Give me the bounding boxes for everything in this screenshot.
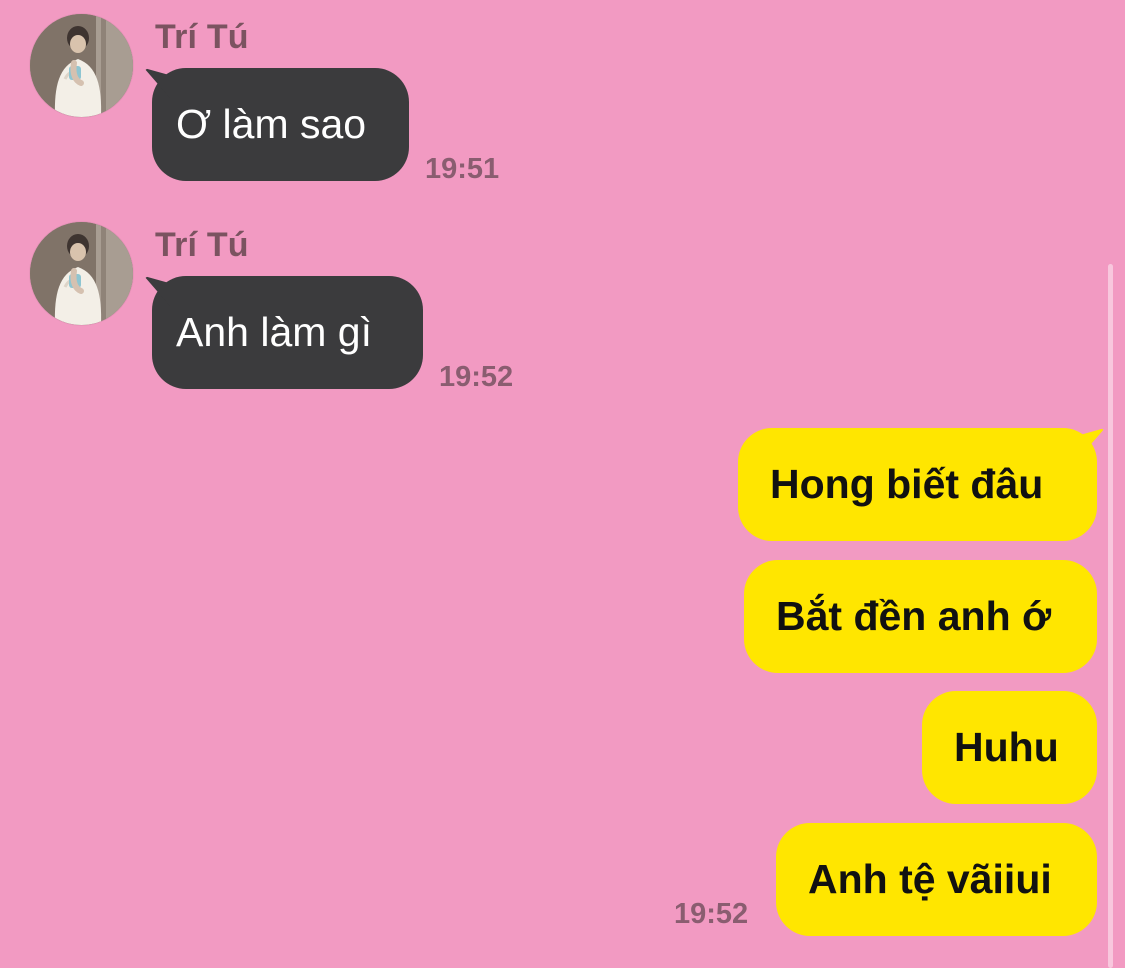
outgoing-message-bubble[interactable]: Bắt đền anh ớ: [744, 560, 1097, 673]
incoming-message-bubble[interactable]: Ơ làm sao: [152, 68, 409, 181]
message-time: 19:52: [674, 898, 749, 930]
avatar-photo-icon: [30, 222, 133, 325]
outgoing-message-bubble[interactable]: Hong biết đâu: [738, 428, 1097, 541]
avatar[interactable]: [30, 222, 133, 325]
incoming-message-group: Trí Tú Ơ làm sao 19:51: [0, 0, 1125, 200]
chat-view: Trí Tú Ơ làm sao 19:51 Trí Tú Anh làm gì: [0, 0, 1125, 968]
message-text: Anh làm gì: [176, 309, 372, 355]
sender-name: Trí Tú: [155, 18, 249, 56]
scrollbar[interactable]: [1108, 264, 1113, 968]
message-text: Bắt đền anh ớ: [776, 593, 1052, 639]
message-time: 19:51: [425, 153, 500, 185]
incoming-message-bubble[interactable]: Anh làm gì: [152, 276, 423, 389]
avatar[interactable]: [30, 14, 133, 117]
message-text: Huhu: [954, 724, 1059, 770]
message-text: Anh tệ vãiiui: [808, 856, 1052, 902]
message-text: Ơ làm sao: [176, 101, 367, 147]
incoming-message-group: Trí Tú Anh làm gì 19:52: [0, 208, 1125, 408]
sender-name: Trí Tú: [155, 226, 249, 264]
outgoing-message-bubble[interactable]: Anh tệ vãiiui: [776, 823, 1097, 936]
outgoing-message-bubble[interactable]: Huhu: [922, 691, 1097, 804]
message-text: Hong biết đâu: [770, 461, 1044, 507]
message-time: 19:52: [439, 361, 514, 393]
avatar-photo-icon: [30, 14, 133, 117]
